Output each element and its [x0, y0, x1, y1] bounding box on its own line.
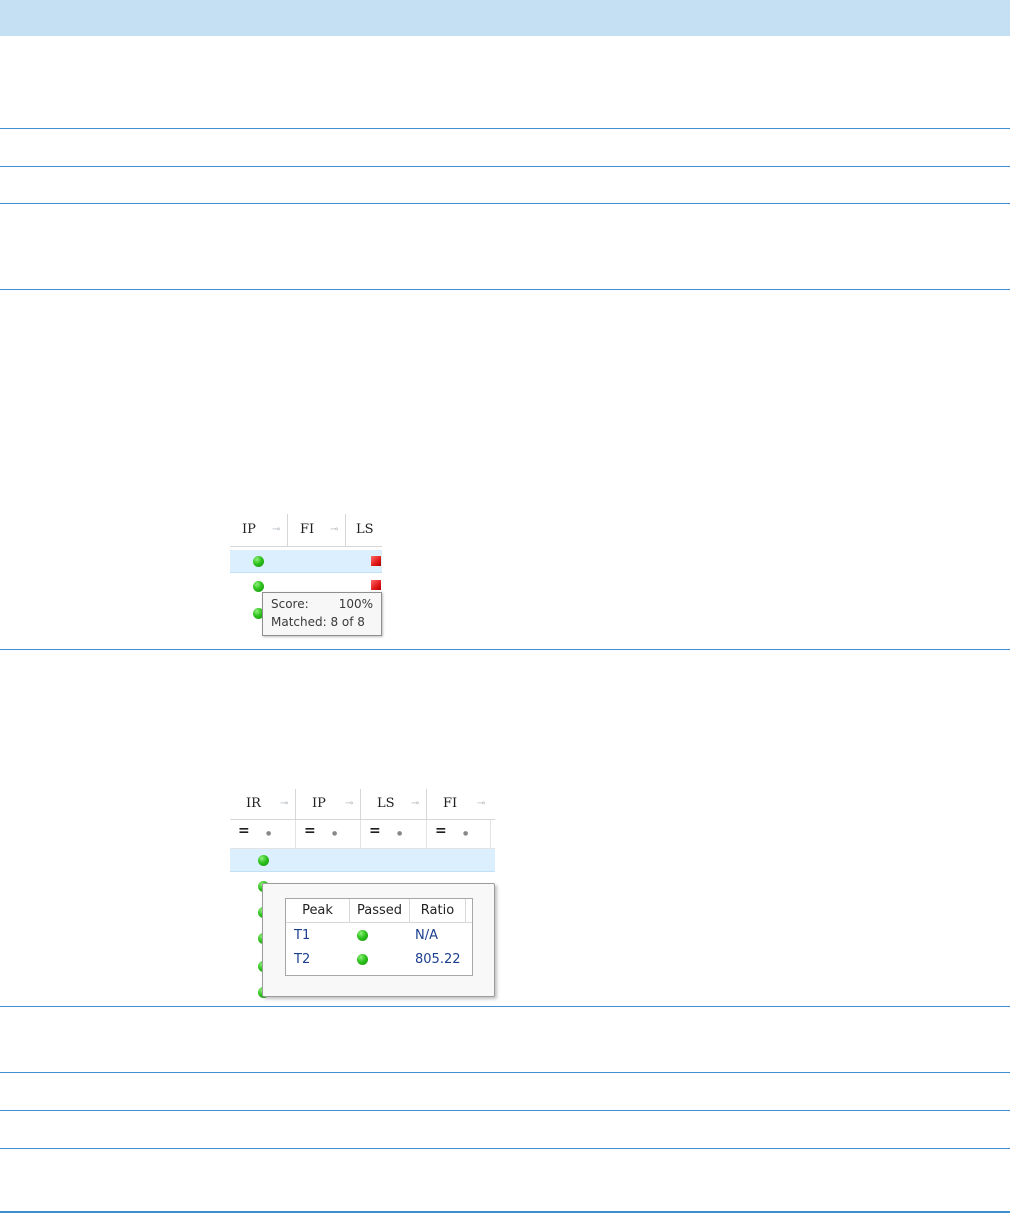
divider-line	[0, 166, 1010, 167]
filter-cell[interactable]: = ●	[427, 820, 491, 848]
column-header-ls[interactable]: LS	[346, 514, 382, 546]
divider-line	[0, 289, 1010, 290]
filter-dot-icon: ●	[397, 830, 403, 837]
filter-dot-icon: ●	[332, 830, 338, 837]
passed-status-icon	[357, 930, 368, 941]
passed-status-icon	[357, 954, 368, 965]
peak-column-header: Peak	[286, 899, 350, 922]
screenshot-grid-score-tooltip: IP ⊸ FI ⊸ LS Score: 100% Matched: 8 of 8	[230, 514, 382, 638]
peak-table-header: Peak Passed Ratio	[286, 899, 472, 923]
pass-status-icon	[253, 581, 264, 592]
fail-status-icon	[371, 556, 381, 566]
divider-line	[0, 203, 1010, 204]
top-header-band	[0, 0, 1010, 36]
filter-cell[interactable]: = ●	[361, 820, 427, 848]
pass-status-icon	[258, 855, 269, 866]
pin-icon[interactable]: ⊸	[345, 789, 353, 819]
equals-filter-icon[interactable]: =	[435, 823, 447, 839]
score-value: 100%	[338, 597, 373, 611]
divider-line	[0, 1072, 1010, 1073]
passed-column-header: Passed	[350, 899, 410, 922]
peak-name: T2	[294, 952, 311, 967]
filter-row: = ● = ● = ● = ●	[230, 820, 495, 849]
bottom-border-line	[0, 1211, 1010, 1213]
column-header-label: FI	[443, 796, 458, 811]
grid-header-row: IP ⊸ FI ⊸ LS	[230, 514, 382, 547]
score-tooltip: Score: 100% Matched: 8 of 8	[262, 592, 382, 636]
filter-dot-icon: ●	[266, 830, 272, 837]
matched-text: Matched: 8 of 8	[271, 615, 365, 629]
peak-table: Peak Passed Ratio T1 N/A T2 805.22	[285, 898, 473, 976]
equals-filter-icon[interactable]: =	[238, 823, 250, 839]
column-header-label: FI	[300, 522, 315, 537]
divider-line	[0, 128, 1010, 129]
column-header-fi[interactable]: FI ⊸	[288, 514, 346, 546]
column-header-ir[interactable]: IR ⊸	[230, 789, 296, 819]
divider-line	[0, 1148, 1010, 1149]
peak-details-tooltip: Peak Passed Ratio T1 N/A T2 805.22	[262, 883, 495, 997]
pass-status-icon	[253, 556, 264, 567]
column-header-label: LS	[377, 796, 395, 811]
divider-line	[0, 1006, 1010, 1007]
pin-icon[interactable]: ⊸	[280, 789, 288, 819]
column-header-label: LS	[356, 522, 374, 537]
column-header-label: IP	[242, 522, 256, 537]
table-row-selected[interactable]	[230, 849, 495, 872]
filter-cell[interactable]: = ●	[230, 820, 296, 848]
pin-icon[interactable]: ⊸	[411, 789, 419, 819]
column-header-label: IR	[246, 796, 261, 811]
ratio-value: 805.22	[415, 952, 461, 967]
equals-filter-icon[interactable]: =	[369, 823, 381, 839]
table-row-selected[interactable]	[230, 550, 382, 573]
equals-filter-icon[interactable]: =	[304, 823, 316, 839]
fail-status-icon	[371, 580, 381, 590]
column-header-ls[interactable]: LS ⊸	[361, 789, 427, 819]
column-header-ip[interactable]: IP ⊸	[296, 789, 361, 819]
divider-line	[0, 649, 1010, 650]
pin-icon[interactable]: ⊸	[272, 514, 280, 546]
grid-header-row: IR ⊸ IP ⊸ LS ⊸ FI ⊸	[230, 789, 495, 820]
ratio-value: N/A	[415, 928, 438, 943]
screenshot-grid-peak-tooltip: IR ⊸ IP ⊸ LS ⊸ FI ⊸ = ● = ● = ● = ● Peak…	[230, 789, 495, 999]
ratio-column-header: Ratio	[410, 899, 466, 922]
filter-cell[interactable]: = ●	[296, 820, 361, 848]
score-label: Score:	[271, 597, 309, 611]
column-header-label: IP	[312, 796, 326, 811]
column-header-fi[interactable]: FI ⊸	[427, 789, 495, 819]
pin-icon[interactable]: ⊸	[477, 789, 485, 819]
pin-icon[interactable]: ⊸	[330, 514, 338, 546]
column-header-ip[interactable]: IP ⊸	[230, 514, 288, 546]
peak-name: T1	[294, 928, 311, 943]
filter-dot-icon: ●	[463, 830, 469, 837]
divider-line	[0, 1110, 1010, 1111]
